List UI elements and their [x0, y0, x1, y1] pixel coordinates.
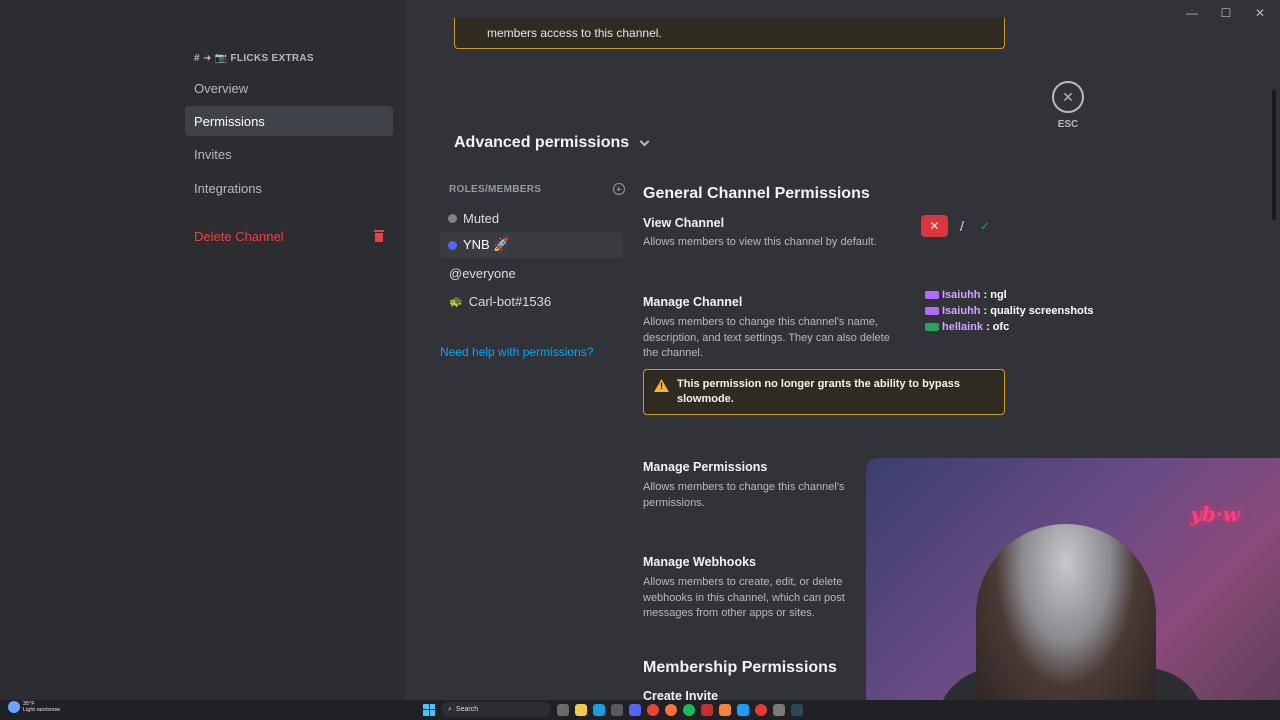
permissions-help-link[interactable]: Need help with permissions? — [440, 345, 593, 359]
chevron-down-icon — [639, 136, 650, 147]
role-item-carl-bot[interactable]: 🐢 Carl-bot#1536 — [440, 288, 623, 314]
top-notice: members access to this channel. — [454, 18, 1005, 49]
trash-icon — [374, 230, 384, 242]
chat-line: Isaiuhh : ngl — [925, 287, 1094, 303]
taskbar-apps: ⌕ Search — [423, 702, 803, 717]
allow-button[interactable]: ✓ — [976, 219, 994, 233]
role-item-ynb[interactable]: YNB 🚀 — [440, 232, 623, 258]
task-view-icon[interactable] — [557, 703, 569, 716]
chat-badge-icon — [925, 307, 939, 315]
advanced-permissions-title: Advanced permissions — [454, 134, 630, 151]
view-channel-desc: Allows members to view this channel by d… — [643, 236, 877, 248]
weather-widget[interactable]: 35°F Light rain/snow — [8, 701, 60, 713]
neon-sign: yb·w — [1190, 502, 1240, 526]
app-icon[interactable] — [737, 703, 749, 716]
manage-webhooks-desc: Allows members to create, edit, or delet… — [643, 576, 845, 619]
turtle-icon: 🐢 — [449, 295, 463, 308]
chat-message: : ofc — [985, 321, 1010, 333]
steam-icon[interactable] — [791, 703, 803, 716]
app-icon[interactable] — [773, 703, 785, 716]
general-permissions-heading: General Channel Permissions — [643, 185, 870, 202]
spotify-icon[interactable] — [683, 703, 695, 716]
app-icon[interactable] — [611, 703, 623, 716]
settings-sidebar: # ➜ 📷 FLICKS EXTRAS Overview Permissions… — [0, 0, 405, 700]
delete-channel-button[interactable]: Delete Channel — [185, 221, 393, 251]
firefox-icon[interactable] — [665, 703, 677, 716]
file-explorer-icon[interactable] — [575, 703, 587, 716]
manage-webhooks-title: Manage Webhooks — [643, 555, 756, 569]
scrollbar[interactable] — [1272, 90, 1276, 220]
search-label: Search — [455, 706, 479, 713]
webcam-overlay: yb·w — [866, 458, 1280, 720]
taskbar: 35°F Light rain/snow ⌕ Search — [0, 700, 1280, 720]
sidebar-item-invites[interactable]: Invites — [185, 139, 393, 169]
window-controls: — ☐ ✕ — [1186, 6, 1266, 20]
close-window-button[interactable]: ✕ — [1254, 6, 1266, 20]
role-color-dot — [448, 213, 457, 223]
close-icon[interactable]: ✕ — [1052, 81, 1084, 113]
maximize-button[interactable]: ☐ — [1220, 6, 1232, 20]
sidebar-item-integrations[interactable]: Integrations — [185, 173, 393, 203]
view-channel-toggle: ✕ / ✓ — [921, 215, 994, 237]
advanced-permissions-toggle[interactable]: Advanced permissions — [454, 134, 650, 152]
weather-icon — [8, 701, 20, 713]
membership-permissions-heading: Membership Permissions — [643, 659, 837, 676]
close-settings[interactable]: ✕ ESC — [1052, 81, 1084, 130]
app-icon[interactable] — [719, 703, 731, 716]
role-item-muted[interactable]: Muted — [440, 205, 623, 231]
role-label: YNB 🚀 — [463, 237, 510, 252]
obs-icon[interactable] — [755, 703, 767, 716]
chat-line: hellaink : ofc — [925, 319, 1094, 335]
warning-text: This permission no longer grants the abi… — [677, 378, 960, 405]
role-label: Muted — [463, 210, 500, 226]
app-icon[interactable] — [701, 703, 713, 716]
manage-channel-title: Manage Channel — [643, 295, 743, 309]
chat-line: Isaiuhh : quality screenshots — [925, 303, 1094, 319]
chat-badge-icon — [925, 291, 939, 299]
manage-permissions-title: Manage Permissions — [643, 460, 768, 474]
roles-members-label: ROLES/MEMBERS — [449, 183, 542, 195]
chrome-icon[interactable] — [647, 703, 659, 716]
neutral-button[interactable]: / — [956, 218, 968, 234]
slowmode-warning: ! This permission no longer grants the a… — [643, 369, 1005, 415]
chat-username: Isaiuhh — [942, 305, 981, 317]
sidebar-item-overview[interactable]: Overview — [185, 73, 393, 103]
weather-desc: Light rain/snow — [23, 707, 60, 713]
discord-channel-settings: # ➜ 📷 FLICKS EXTRAS Overview Permissions… — [0, 0, 1280, 720]
windows-start-icon[interactable] — [423, 703, 435, 716]
discord-icon[interactable] — [629, 703, 641, 716]
channel-name-header: # ➜ 📷 FLICKS EXTRAS — [194, 53, 314, 64]
delete-channel-label: Delete Channel — [194, 228, 284, 244]
add-role-icon[interactable] — [613, 183, 625, 195]
role-item-everyone[interactable]: @everyone — [440, 260, 623, 286]
role-label: Carl-bot#1536 — [468, 293, 552, 309]
chat-badge-icon — [925, 323, 939, 331]
taskbar-search[interactable]: ⌕ Search — [441, 702, 551, 717]
role-color-dot — [448, 240, 457, 250]
sidebar-item-permissions[interactable]: Permissions — [185, 106, 393, 136]
telegram-icon[interactable] — [593, 703, 605, 716]
manage-permissions-desc: Allows members to change this channel's … — [643, 481, 845, 509]
chat-username: Isaiuhh — [942, 289, 981, 301]
minimize-button[interactable]: — — [1186, 6, 1198, 20]
stream-chat-overlay: Isaiuhh : ngl Isaiuhh : quality screensh… — [925, 287, 1094, 335]
chat-message: : quality screenshots — [983, 305, 1094, 317]
view-channel-title: View Channel — [643, 216, 725, 230]
streamer-image — [976, 524, 1156, 720]
search-icon: ⌕ — [448, 705, 452, 713]
roles-members-header: ROLES/MEMBERS — [449, 183, 625, 195]
manage-channel-desc: Allows members to change this channel's … — [643, 316, 890, 359]
deny-button[interactable]: ✕ — [921, 215, 948, 237]
esc-label: ESC — [1057, 119, 1079, 130]
role-label: @everyone — [449, 265, 516, 281]
warning-icon: ! — [654, 379, 669, 392]
weather-text: 35°F Light rain/snow — [23, 701, 60, 713]
chat-message: : ngl — [983, 289, 1007, 301]
chat-username: hellaink — [942, 321, 983, 333]
